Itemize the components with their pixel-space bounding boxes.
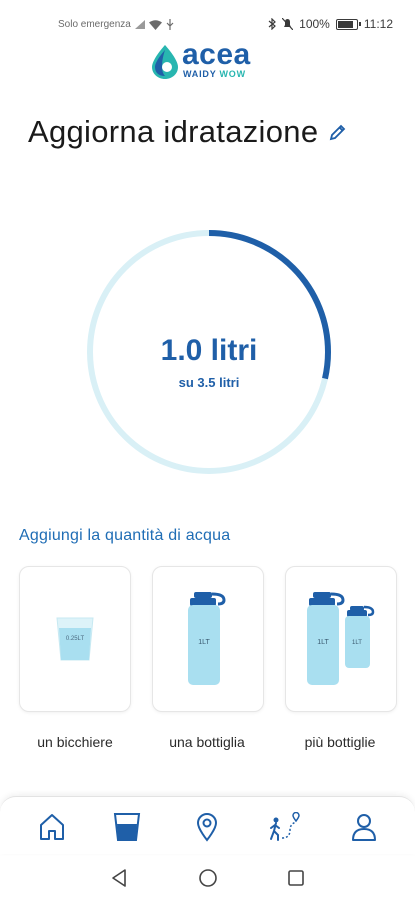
system-back-button[interactable]: [107, 866, 131, 890]
location-pin-icon: [196, 813, 218, 842]
water-amount-cards: 0.25LT 1LT 1LT 1LT: [19, 566, 399, 716]
recents-square-icon: [288, 870, 304, 886]
bottle-icon-text: 1LT: [198, 639, 210, 646]
bluetooth-icon: [268, 18, 277, 30]
system-recents-button[interactable]: [284, 866, 308, 890]
multi-bottle-icon: 1LT 1LT: [307, 592, 375, 685]
battery-percent: 100%: [299, 17, 330, 31]
logo-sub-right: WOW: [219, 69, 246, 79]
bottle-card-label: una bottiglia: [169, 734, 245, 750]
back-triangle-icon: [112, 869, 126, 887]
nav-places[interactable]: [189, 809, 225, 845]
profile-icon: [352, 814, 376, 841]
progress-total: su 3.5 litri: [178, 375, 240, 390]
home-icon: [40, 814, 64, 840]
logo-wordmark: acea: [182, 38, 251, 71]
usb-icon: [166, 19, 174, 30]
add-water-section-title: Aggiungi la quantità di acqua: [19, 527, 231, 544]
signal-icon: [134, 20, 145, 29]
glass-icon-text: 0.25LT: [66, 636, 85, 642]
nav-profile[interactable]: [346, 809, 382, 845]
progress-value: 1.0 litri: [160, 334, 258, 367]
water-drop-logo-icon: [152, 45, 178, 79]
glass-card-label: un bicchiere: [37, 734, 113, 750]
multi-bottle-large-text: 1LT: [317, 639, 329, 646]
nav-walking-route[interactable]: [266, 809, 302, 845]
status-left: Solo emergenza: [58, 19, 174, 30]
mute-icon: [282, 18, 294, 30]
multi-bottle-card-label: più bottiglie: [304, 734, 376, 750]
battery-icon: [335, 18, 361, 30]
logo-sub-left: WAIDY: [183, 69, 217, 79]
page-title: Aggiorna idratazione: [28, 114, 319, 149]
app-logo: acea WAIDY WOW: [150, 38, 270, 82]
logo-subtitle: WAIDY WOW: [183, 69, 246, 79]
clock: 11:12: [363, 17, 393, 31]
status-right: 100% 11:12: [268, 17, 393, 31]
walking-route-icon: [270, 812, 300, 841]
water-glass-icon: [113, 813, 141, 841]
multi-bottle-card[interactable]: 1LT 1LT: [285, 566, 397, 712]
pencil-edit-icon[interactable]: [328, 122, 348, 142]
carrier-text: Solo emergenza: [58, 19, 131, 30]
title-row: Aggiorna idratazione: [28, 114, 348, 150]
wifi-icon: [148, 19, 162, 30]
multi-bottle-small-text: 1LT: [352, 640, 362, 646]
glass-icon: 0.25LT: [56, 617, 94, 661]
glass-card[interactable]: 0.25LT: [19, 566, 131, 712]
home-circle-icon: [199, 869, 217, 887]
system-home-button[interactable]: [196, 866, 220, 890]
bottle-card[interactable]: 1LT: [152, 566, 264, 712]
hydration-progress-ring: 1.0 litri su 3.5 litri: [85, 228, 333, 476]
bottom-navigation: [0, 796, 415, 854]
nav-hydration[interactable]: [109, 809, 145, 845]
bottle-icon: 1LT: [188, 592, 226, 685]
system-navigation-bar: [0, 856, 415, 900]
nav-home[interactable]: [34, 809, 70, 845]
